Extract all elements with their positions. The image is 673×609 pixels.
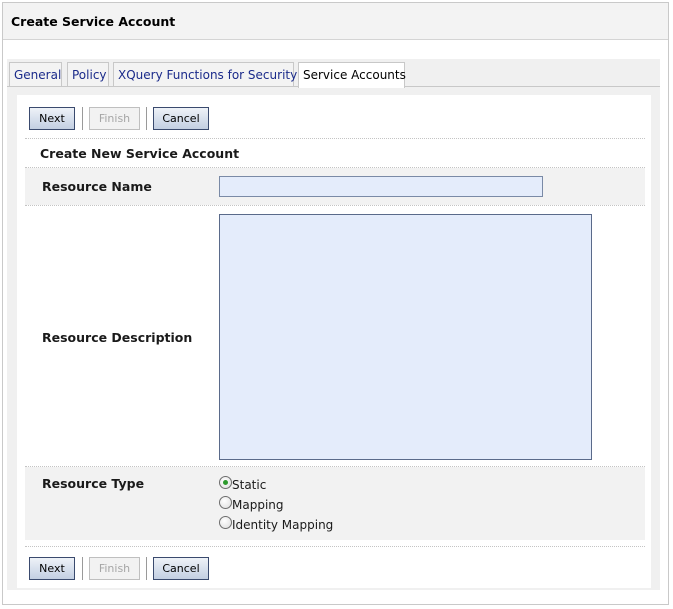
radio-button[interactable] (219, 496, 232, 509)
radio-button[interactable] (219, 516, 232, 529)
resource-name-input[interactable] (219, 176, 543, 197)
resource-description-label: Resource Description (42, 330, 193, 345)
radio-selected-dot (223, 480, 228, 485)
radio-static-label: Static (232, 478, 267, 492)
title-bar: Create Service Account (3, 3, 668, 40)
section-title: Create New Service Account (40, 146, 240, 161)
divider (25, 546, 645, 547)
tab-policy[interactable]: Policy (67, 62, 109, 86)
button-separator (82, 557, 83, 580)
finish-button[interactable]: Finish (89, 557, 140, 580)
button-separator (146, 557, 147, 580)
radio-mapping-label: Mapping (232, 498, 284, 512)
next-button[interactable]: Next (29, 107, 75, 130)
service-account-panel: Next Finish Cancel Create New Service Ac… (17, 95, 651, 588)
radio-button[interactable] (219, 476, 232, 489)
radio-identity-mapping-label: Identity Mapping (232, 518, 334, 532)
next-button[interactable]: Next (29, 557, 75, 580)
tab-xquery-functions[interactable]: XQuery Functions for Security (113, 62, 297, 86)
button-separator (146, 107, 147, 130)
resource-name-label: Resource Name (42, 179, 152, 194)
divider (25, 205, 645, 206)
cancel-button[interactable]: Cancel (153, 107, 209, 130)
divider (25, 138, 645, 139)
button-separator (82, 107, 83, 130)
finish-button[interactable]: Finish (89, 107, 140, 130)
window-title: Create Service Account (11, 14, 176, 29)
resource-description-textarea[interactable] (219, 214, 592, 460)
cancel-button[interactable]: Cancel (153, 557, 209, 580)
tab-general[interactable]: General (9, 62, 62, 86)
resource-type-label: Resource Type (42, 476, 145, 491)
tab-service-accounts[interactable]: Service Accounts (298, 62, 406, 88)
